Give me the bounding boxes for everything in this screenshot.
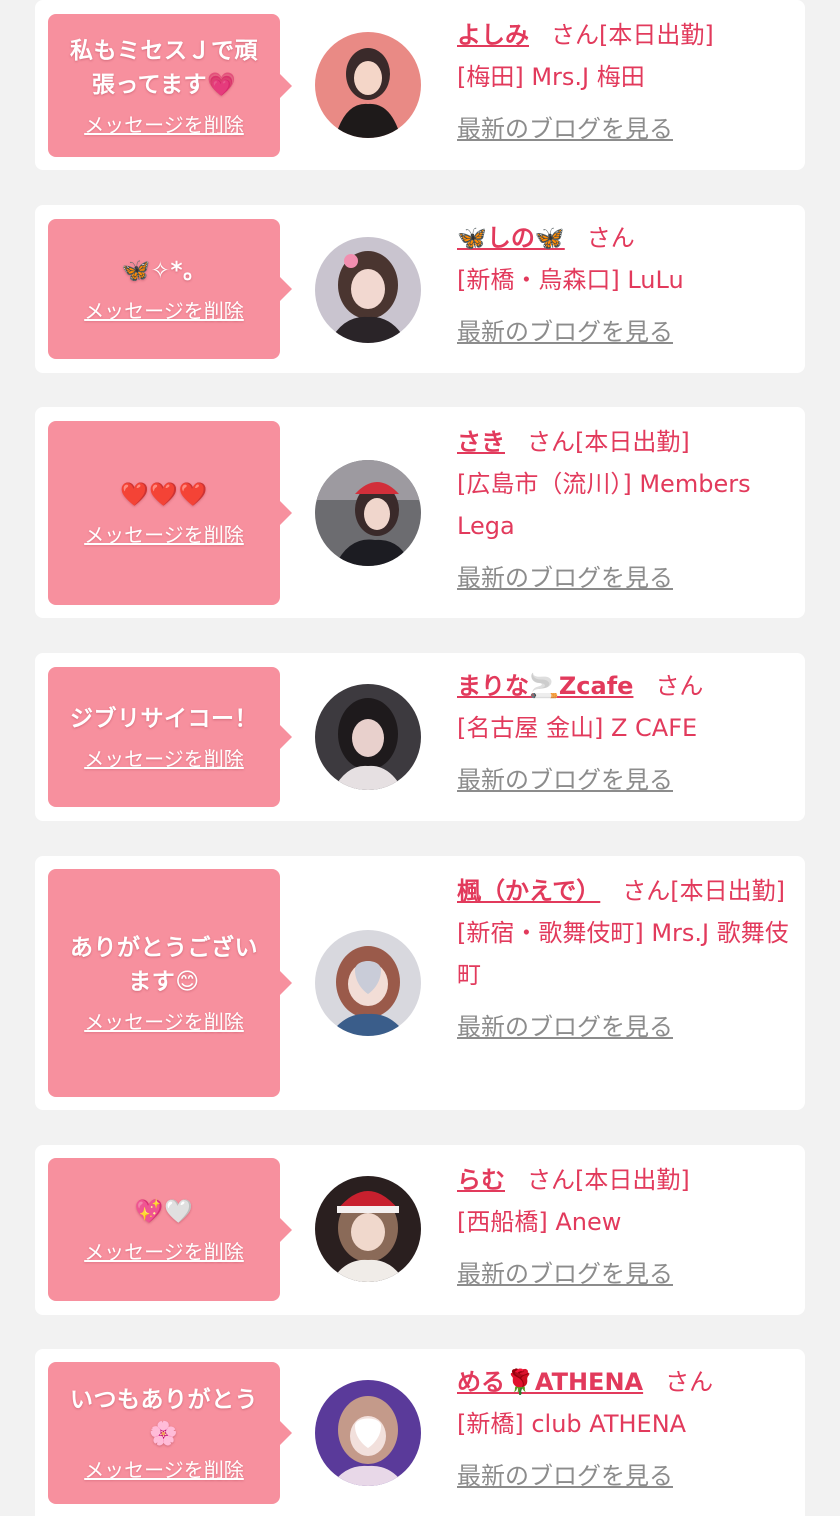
girl-info: らむ さん[本日出勤] [西船橋] Anew 最新のブログを見る xyxy=(457,1159,797,1295)
avatar[interactable] xyxy=(315,32,421,138)
honorific: さん xyxy=(586,224,635,252)
girl-info: める🌹ATHENA さん [新橋] club ATHENA 最新のブログを見る xyxy=(457,1361,797,1497)
message-bubble: いつもありがとう🌸 メッセージを削除 xyxy=(48,1362,292,1504)
girl-name-link[interactable]: よしみ xyxy=(457,21,529,49)
message-bubble: ありがとうございます😊 メッセージを削除 xyxy=(48,869,292,1097)
honorific: さん xyxy=(527,1166,575,1194)
latest-blog-link[interactable]: 最新のブログを見る xyxy=(457,311,673,353)
shop-name: [新橋・烏森口] LuLu xyxy=(457,266,684,294)
girl-info: 楓（かえで） さん[本日出勤] [新宿・歌舞伎町] Mrs.J 歌舞伎町 最新のブ… xyxy=(457,870,797,1048)
avatar[interactable] xyxy=(315,237,421,343)
shop-name: [新橋] club ATHENA xyxy=(457,1410,687,1438)
honorific: さん xyxy=(527,428,575,456)
message-text: 💖🤍 xyxy=(134,1198,194,1225)
message-bubble: ジブリサイコー！ メッセージを削除 xyxy=(48,667,292,807)
message-text: 私もミセスＪで頑張ってます💗 xyxy=(70,37,258,98)
attendance-status: [本日出勤] xyxy=(599,21,714,49)
latest-blog-link[interactable]: 最新のブログを見る xyxy=(457,1253,673,1295)
delete-message-link[interactable]: メッセージを削除 xyxy=(84,1009,244,1035)
message-card: 💖🤍 メッセージを削除 らむ さん[本日出勤] [西船橋] Anew 最新のブログ… xyxy=(35,1145,805,1315)
message-card: ジブリサイコー！ メッセージを削除 まりな🚬Zcafe さん [名古屋 金山] Z… xyxy=(35,653,805,821)
message-text: ジブリサイコー！ xyxy=(70,706,258,732)
message-card: ❤️❤️❤️ メッセージを削除 さき さん[本日出勤] [広島市（流川）] Mem… xyxy=(35,407,805,618)
shop-name: [西船橋] Anew xyxy=(457,1208,622,1236)
message-bubble: 私もミセスＪで頑張ってます💗 メッセージを削除 xyxy=(48,14,292,157)
message-bubble: 💖🤍 メッセージを削除 xyxy=(48,1158,292,1301)
delete-message-link[interactable]: メッセージを削除 xyxy=(84,1239,244,1265)
girl-name-link[interactable]: さき xyxy=(457,428,505,456)
honorific: さん xyxy=(622,877,671,905)
attendance-status: [本日出勤] xyxy=(670,877,786,905)
delete-message-link[interactable]: メッセージを削除 xyxy=(84,112,244,138)
latest-blog-link[interactable]: 最新のブログを見る xyxy=(457,1006,673,1048)
honorific: さん xyxy=(665,1368,714,1396)
girl-name-link[interactable]: 楓（かえで） xyxy=(457,877,600,905)
message-card: 🦋✧*。 メッセージを削除 🦋しの🦋 さん [新橋・烏森口] LuLu 最新のブロ… xyxy=(35,205,805,373)
shop-name: [新宿・歌舞伎町] Mrs.J 歌舞伎町 xyxy=(457,919,789,989)
delete-message-link[interactable]: メッセージを削除 xyxy=(84,746,244,772)
message-card: 私もミセスＪで頑張ってます💗 メッセージを削除 よしみ さん[本日出勤] [梅田]… xyxy=(35,0,805,170)
avatar[interactable] xyxy=(315,460,421,566)
girl-name-link[interactable]: める🌹ATHENA xyxy=(457,1368,643,1396)
avatar[interactable] xyxy=(315,1176,421,1282)
latest-blog-link[interactable]: 最新のブログを見る xyxy=(457,108,673,150)
message-card: いつもありがとう🌸 メッセージを削除 める🌹ATHENA さん [新橋] club… xyxy=(35,1349,805,1516)
girl-info: 🦋しの🦋 さん [新橋・烏森口] LuLu 最新のブログを見る xyxy=(457,217,797,353)
honorific: さん xyxy=(551,21,599,49)
shop-name: [広島市（流川）] Members Lega xyxy=(457,470,751,540)
message-text: 🦋✧*。 xyxy=(121,258,207,284)
delete-message-link[interactable]: メッセージを削除 xyxy=(84,1457,244,1483)
girl-info: さき さん[本日出勤] [広島市（流川）] Members Lega 最新のブログ… xyxy=(457,421,802,599)
girl-name-link[interactable]: 🦋しの🦋 xyxy=(457,224,565,252)
shop-name: [梅田] Mrs.J 梅田 xyxy=(457,63,645,91)
avatar[interactable] xyxy=(315,930,421,1036)
attendance-status: [本日出勤] xyxy=(575,1166,690,1194)
girl-name-link[interactable]: まりな🚬Zcafe xyxy=(457,672,633,700)
honorific: さん xyxy=(655,672,704,700)
message-text: いつもありがとう🌸 xyxy=(70,1387,258,1447)
latest-blog-link[interactable]: 最新のブログを見る xyxy=(457,557,673,599)
message-card: ありがとうございます😊 メッセージを削除 楓（かえで） さん[本日出勤] [新宿・… xyxy=(35,856,805,1110)
latest-blog-link[interactable]: 最新のブログを見る xyxy=(457,1455,673,1497)
shop-name: [名古屋 金山] Z CAFE xyxy=(457,714,698,742)
delete-message-link[interactable]: メッセージを削除 xyxy=(84,298,244,324)
message-text: ありがとうございます😊 xyxy=(70,935,258,995)
message-text: ❤️❤️❤️ xyxy=(120,482,208,508)
message-bubble: 🦋✧*。 メッセージを削除 xyxy=(48,219,292,359)
message-bubble: ❤️❤️❤️ メッセージを削除 xyxy=(48,421,292,605)
girl-info: まりな🚬Zcafe さん [名古屋 金山] Z CAFE 最新のブログを見る xyxy=(457,665,797,801)
attendance-status: [本日出勤] xyxy=(575,428,690,456)
girl-name-link[interactable]: らむ xyxy=(457,1166,505,1194)
girl-info: よしみ さん[本日出勤] [梅田] Mrs.J 梅田 最新のブログを見る xyxy=(457,14,797,150)
avatar[interactable] xyxy=(315,684,421,790)
delete-message-link[interactable]: メッセージを削除 xyxy=(84,522,244,548)
avatar[interactable] xyxy=(315,1380,421,1486)
latest-blog-link[interactable]: 最新のブログを見る xyxy=(457,759,673,801)
